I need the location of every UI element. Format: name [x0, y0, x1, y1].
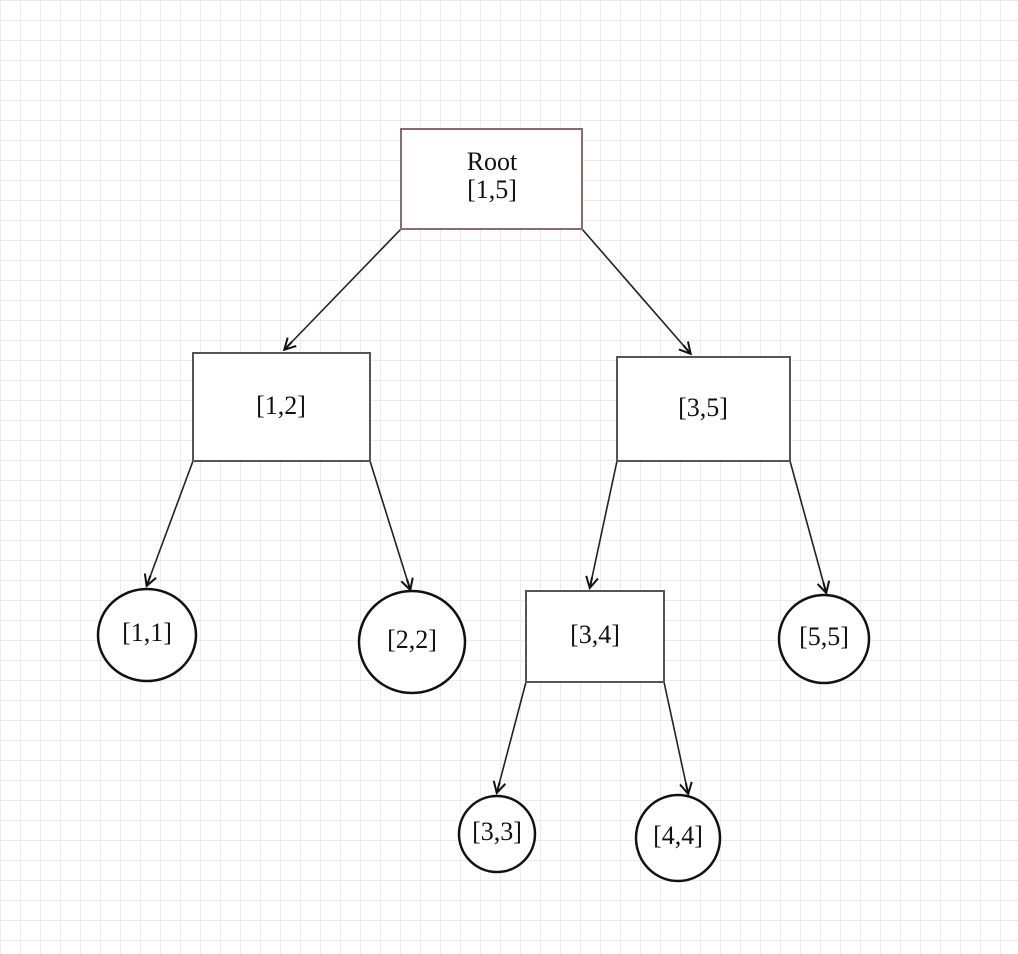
edge-n35-n34	[590, 460, 618, 587]
edge-root-n12	[285, 228, 402, 349]
edge-n12-n11	[147, 460, 194, 585]
leaf-4-4[interactable]: [4,4]	[634, 793, 722, 883]
node-3-4[interactable]: [3,4]	[525, 590, 665, 683]
node-root-title: Root	[467, 147, 518, 176]
edge-root-n35	[581, 228, 690, 353]
leaf-label: [5,5]	[799, 622, 849, 651]
leaf-label: [1,1]	[122, 618, 172, 647]
node-label: [3,4]	[570, 620, 620, 649]
leaf-3-3[interactable]: [3,3]	[457, 794, 537, 874]
edge-n12-n22	[369, 460, 410, 589]
node-label: [1,2]	[256, 391, 306, 420]
leaf-label: [4,4]	[653, 821, 703, 850]
leaf-label: [3,3]	[472, 817, 522, 846]
node-root[interactable]: Root [1,5]	[400, 128, 583, 230]
leaf-1-1[interactable]: [1,1]	[96, 587, 198, 683]
edge-n34-n33	[497, 681, 527, 792]
edge-n34-n44	[663, 681, 688, 793]
edge-n35-n55	[789, 460, 826, 592]
leaf-2-2[interactable]: [2,2]	[357, 589, 467, 695]
node-1-2[interactable]: [1,2]	[192, 352, 371, 462]
diagram-canvas: Root [1,5] [1,2] [3,5] [3,4] [1,1] [2,2]…	[96, 128, 871, 883]
leaf-5-5[interactable]: [5,5]	[777, 593, 871, 685]
leaf-label: [2,2]	[387, 625, 437, 654]
node-root-range: [1,5]	[467, 175, 517, 204]
node-3-5[interactable]: [3,5]	[616, 356, 791, 462]
node-label: [3,5]	[678, 393, 728, 422]
